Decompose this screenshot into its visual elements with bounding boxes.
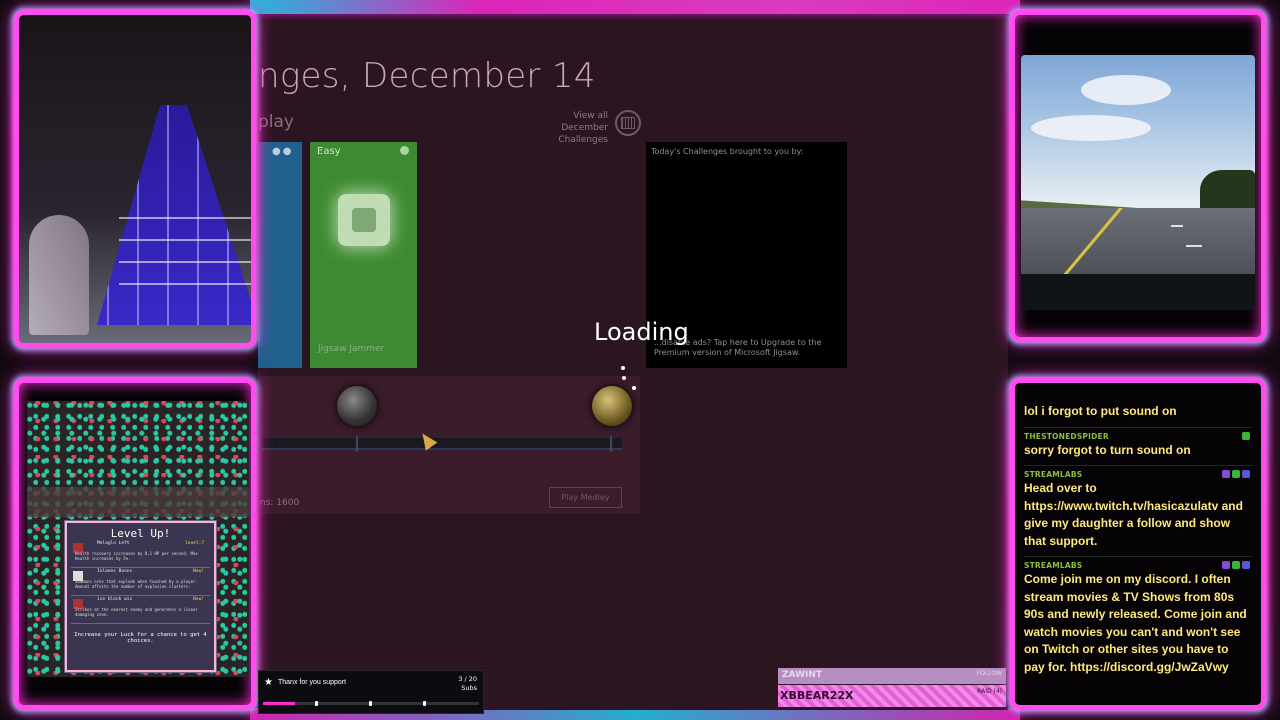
- tile-status-dots: ●●: [272, 146, 294, 157]
- verified-badge-icon: [1232, 561, 1240, 569]
- badge-group: [1242, 431, 1250, 440]
- calendar-icon[interactable]: [615, 110, 641, 136]
- page-title: nges, December 14: [258, 56, 596, 96]
- badge-group: [1222, 470, 1250, 478]
- tile-difficulty: Easy: [317, 146, 341, 157]
- road-cam: [1010, 10, 1266, 342]
- loading-spinner-dot: [632, 386, 636, 390]
- message-text: lol i forgot to put sound on: [1024, 404, 1177, 418]
- challenge-tile-blue[interactable]: [258, 142, 302, 368]
- sub-goal-marker: [369, 701, 372, 706]
- chat-panel: lol i forgot to put sound on THESTONEDSP…: [1010, 378, 1266, 710]
- level-up-option[interactable]: ice block wiz New! Strikes at the neares…: [71, 596, 210, 624]
- option-name: Melaglo Left: [97, 541, 130, 546]
- option-name: Inlaeos Boons: [97, 569, 133, 574]
- loading-text: Loading: [594, 318, 689, 346]
- option-desc: Strikes at the nearest enemy and generat…: [75, 607, 198, 617]
- raid-label: RAID (4): [977, 688, 1002, 695]
- option-desc: Summons orbs that explode when touched b…: [75, 579, 198, 589]
- progress-tick: [356, 436, 358, 452]
- level-up-option[interactable]: Inlaeos Boons New! Summons orbs that exp…: [71, 568, 210, 596]
- overlay-top-glow: [250, 0, 1020, 14]
- sub-goal-marker: [315, 701, 318, 706]
- level-up-title: Level Up!: [110, 527, 171, 540]
- vampire-view: Level Up! Melaglo Left level:7 Health re…: [27, 401, 249, 677]
- bot-badge-icon: [1242, 470, 1250, 478]
- player-figure: [29, 215, 89, 335]
- level-up-footer: Increase your Luck for a chance to get 4…: [74, 632, 207, 644]
- option-name: ice block wiz: [97, 597, 133, 602]
- rhythm-notes: [119, 215, 251, 295]
- bot-badge-icon: [1242, 561, 1250, 569]
- gold-medal-icon: [592, 386, 632, 426]
- mod-badge-icon: [1222, 470, 1230, 478]
- puzzle-piece-icon: [338, 194, 390, 246]
- option-level: New!: [193, 569, 204, 574]
- message-text: Come join me on my discord. I often stre…: [1024, 572, 1247, 674]
- vampire-floor: [27, 487, 249, 517]
- level-up-dialog: Level Up! Melaglo Left level:7 Health re…: [65, 521, 216, 672]
- sub-goal-unit: Subs: [461, 684, 477, 692]
- road-dash: [1171, 225, 1183, 227]
- play-medley-button[interactable]: Play Medley: [549, 487, 622, 508]
- tile-name: Jigsaw Jammer: [318, 344, 385, 354]
- car-dashboard: [1021, 274, 1255, 310]
- latest-raider: XBBEAR22X: [780, 689, 854, 702]
- loading-spinner-dot: [621, 366, 625, 370]
- tile-status-dot: [400, 146, 409, 155]
- message-text: Head over to https://www.twitch.tv/hasic…: [1024, 481, 1243, 548]
- cloud: [1031, 115, 1151, 141]
- vampire-game-cam: Level Up! Melaglo Left level:7 Health re…: [14, 378, 256, 710]
- sub-goal-count: 3 / 20: [458, 675, 477, 683]
- verified-badge-icon: [1232, 470, 1240, 478]
- loading-spinner-dot: [622, 376, 626, 380]
- chat-message: lol i forgot to put sound on: [1024, 403, 1252, 428]
- event-ticker: ZAWINT FOLLOW XBBEAR22X RAID (4): [778, 668, 1006, 708]
- message-user: THESTONEDSPIDER: [1024, 431, 1109, 441]
- rhythm-game-cam: [14, 10, 256, 348]
- option-level: New!: [193, 597, 204, 602]
- cloud: [1081, 75, 1171, 105]
- chat-message: STREAMLABS Head over to https://www.twit…: [1024, 466, 1252, 557]
- page-subtitle: play: [258, 112, 294, 132]
- mod-badge-icon: [1222, 561, 1230, 569]
- message-user: STREAMLABS: [1024, 561, 1083, 570]
- points-label: ns: 1600: [260, 498, 300, 508]
- message-text: sorry forgot to turn sound on: [1024, 442, 1191, 457]
- ad-header: Today's Challenges brought to you by:: [651, 147, 804, 156]
- road-view: [1021, 55, 1255, 310]
- star-icon: ★: [264, 677, 273, 688]
- follow-label: FOLLOW: [976, 670, 1002, 677]
- road-dash: [1186, 245, 1202, 247]
- challenge-tile-green[interactable]: Easy Jigsaw Jammer: [310, 142, 417, 368]
- sub-goal-fill: [263, 702, 295, 705]
- latest-follower: ZAWINT: [782, 670, 823, 680]
- sub-goal-label: Thanx for you support: [278, 679, 347, 686]
- progress-tick: [610, 436, 612, 452]
- view-all-sub: December Challenges: [558, 123, 608, 145]
- view-all-label: View all: [573, 111, 608, 121]
- option-level: level:7: [185, 541, 204, 546]
- sub-goal-marker: [423, 701, 426, 706]
- level-up-option[interactable]: Melaglo Left level:7 Health recovery inc…: [71, 540, 210, 568]
- sub-goal-count-wrap: 3 / 20 Subs: [458, 675, 477, 693]
- silver-medal-icon: [337, 386, 377, 426]
- badge-icon: [1242, 431, 1250, 440]
- chat-message: STREAMLABS Come join me on my discord. I…: [1024, 557, 1252, 682]
- view-all-link[interactable]: View all December Challenges: [518, 110, 608, 146]
- badge-group: [1222, 561, 1250, 569]
- sub-goal-widget: ★ Thanx for you support 3 / 20 Subs: [258, 670, 484, 714]
- message-user: STREAMLABS: [1024, 470, 1083, 479]
- chat-message: THESTONEDSPIDER sorry forgot to turn sou…: [1024, 428, 1252, 466]
- option-desc: Health recovery increases by 0.1 HP per …: [75, 551, 198, 561]
- progress-track: [262, 438, 622, 450]
- chat-messages[interactable]: lol i forgot to put sound on THESTONEDSP…: [1015, 383, 1261, 705]
